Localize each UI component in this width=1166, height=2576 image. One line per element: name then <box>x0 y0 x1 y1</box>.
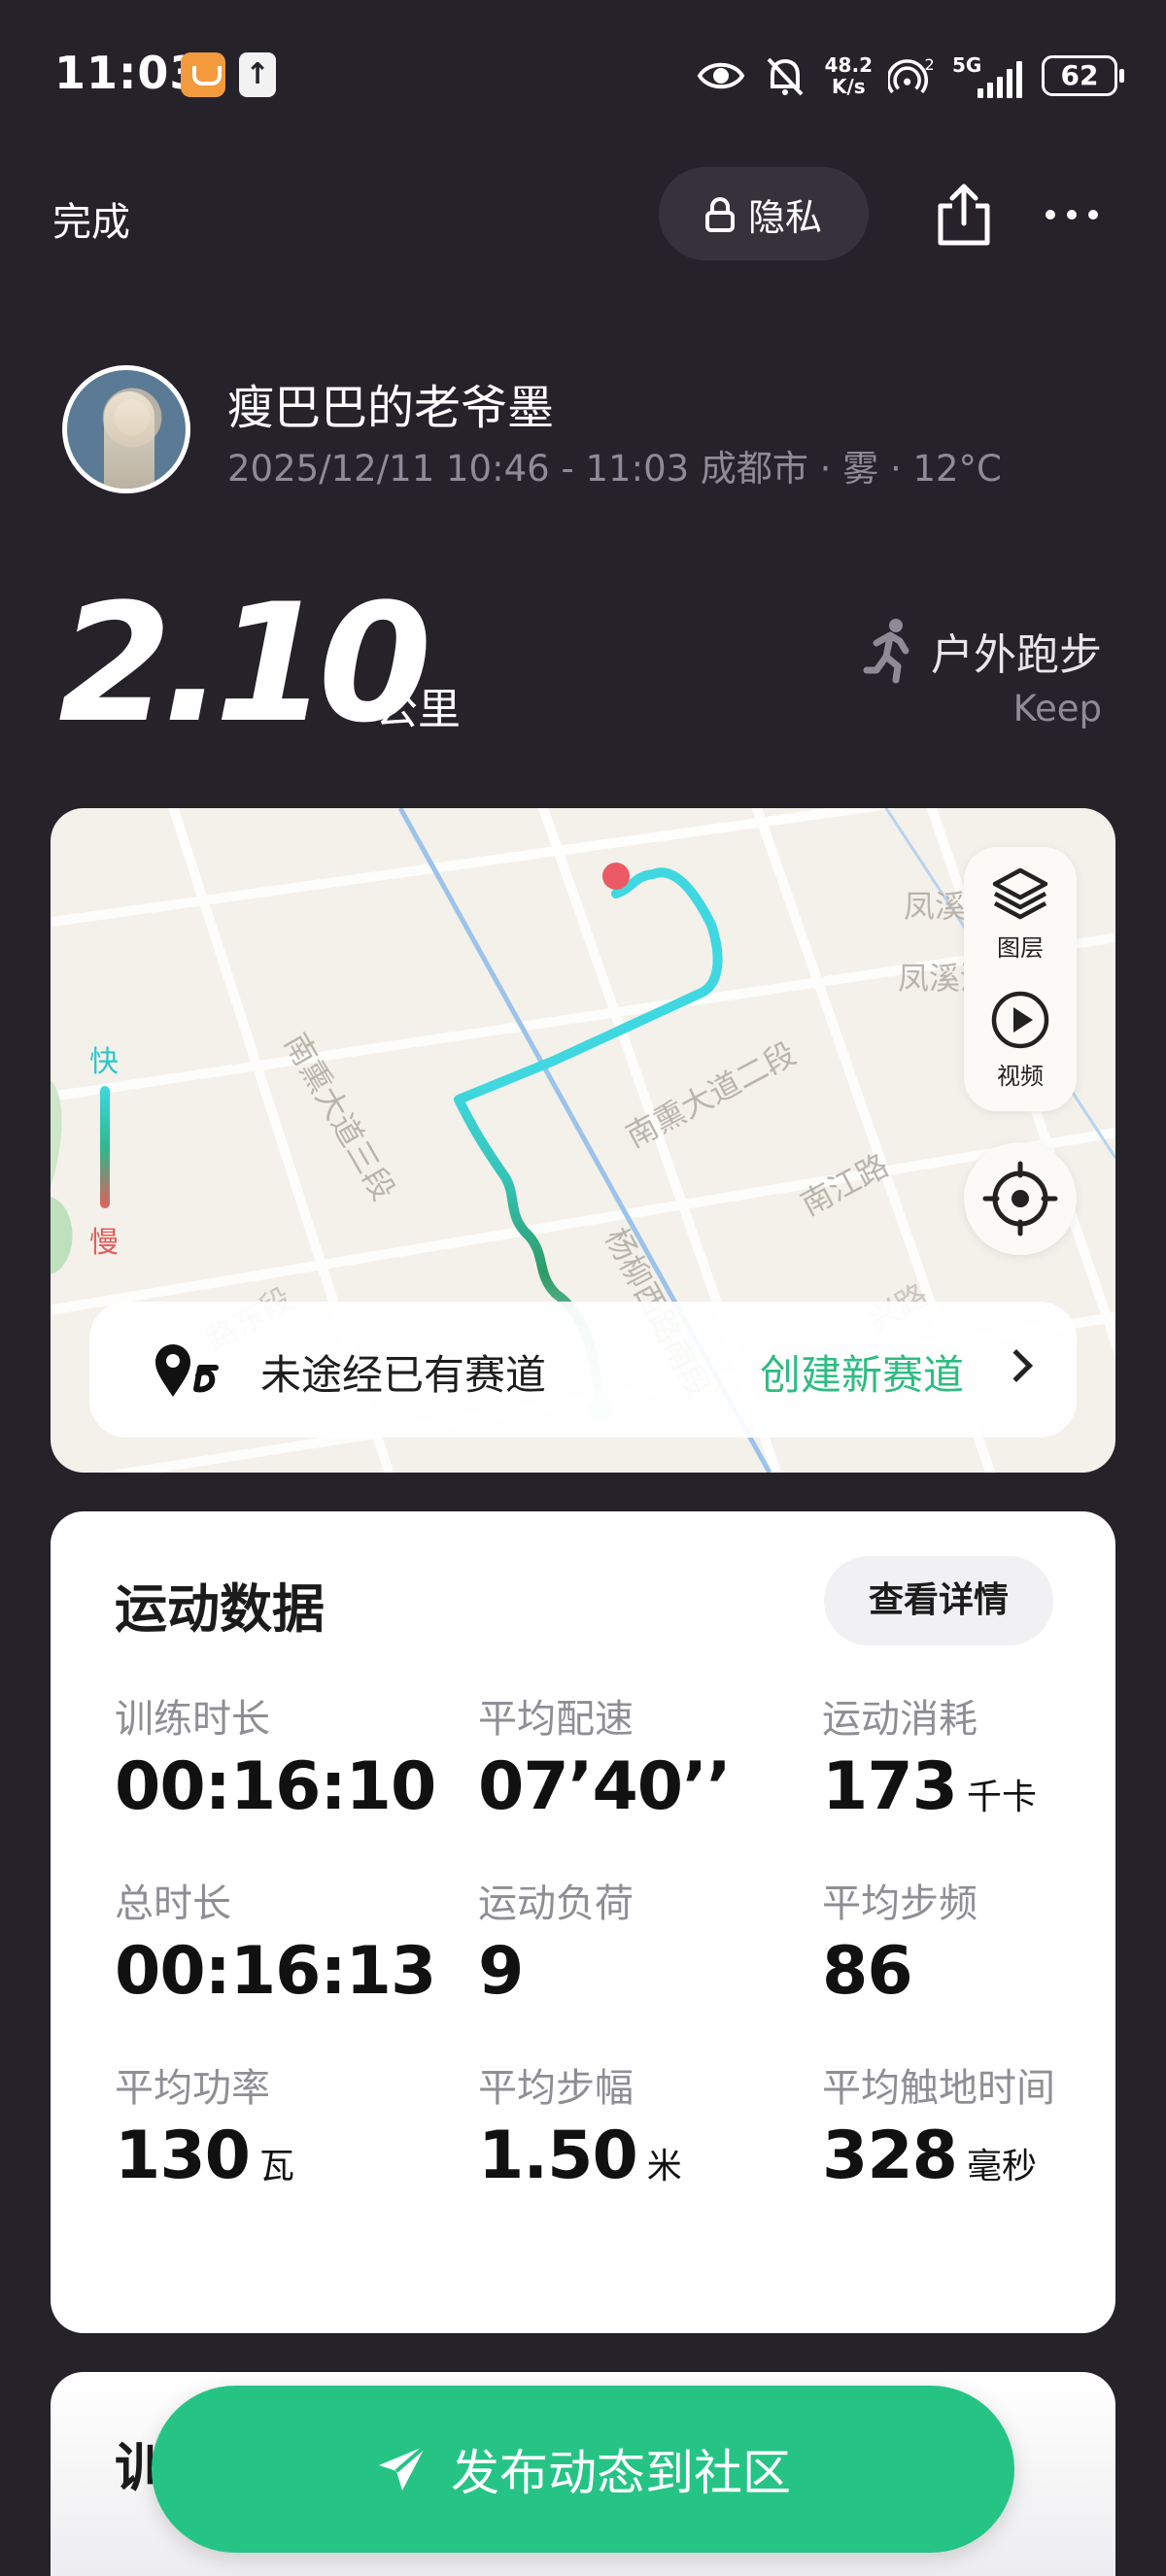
stat-label: 平均步幅 <box>478 2066 634 2111</box>
stat-training-duration: 训练时长 00:16:10 <box>115 1690 445 1837</box>
stat-label: 平均功率 <box>115 2066 270 2111</box>
distance-unit: 公里 <box>375 685 461 734</box>
stats-card: 运动数据 查看详情 训练时长 00:16:10 平均配速 07’40’’ 运动消… <box>51 1511 1115 2333</box>
username: 瘦巴巴的老爷墨 <box>227 381 555 435</box>
stat-ground-contact: 平均触地时间 328 毫秒 <box>822 2059 1075 2206</box>
stat-value: 07’40’’ <box>478 1748 740 1837</box>
publish-button[interactable]: 发布动态到社区 <box>152 2386 1014 2553</box>
cellular-signal: 5G <box>952 53 1026 98</box>
stat-avg-stride: 平均步幅 1.50 米 <box>478 2059 682 2206</box>
stat-avg-power: 平均功率 130 瓦 <box>115 2059 294 2206</box>
locate-button[interactable] <box>964 1142 1077 1255</box>
hotspot-count: 2 <box>925 55 935 74</box>
legend-slow: 慢 <box>89 1226 119 1260</box>
workout-meta: 2025/12/11 10:46 - 11:03 成都市 · 雾 · 12°C <box>227 448 1002 490</box>
stat-value: 130 瓦 <box>115 2118 294 2206</box>
stat-label: 训练时长 <box>115 1697 270 1742</box>
status-icons: 48.2 K/s 2 5G 62 <box>697 49 1124 103</box>
stat-label: 运动消耗 <box>822 1697 977 1742</box>
stat-value: 00:16:13 <box>115 1933 445 2021</box>
park-area-2 <box>51 1197 73 1274</box>
network-speed: 48.2 K/s <box>825 54 873 97</box>
network-speed-unit: K/s <box>831 75 866 98</box>
legend-fast: 快 <box>89 1045 119 1079</box>
avatar[interactable] <box>62 365 190 493</box>
route-status-text: 未途经已有赛道 <box>260 1351 547 1399</box>
layers-icon <box>992 867 1048 920</box>
stat-value-text: 00:16:13 <box>115 1933 436 2010</box>
stat-value-text: 173 <box>822 1748 958 1825</box>
stat-unit: 瓦 <box>258 2147 294 2186</box>
stat-avg-pace: 平均配速 07’40’’ <box>478 1690 740 1837</box>
stat-value: 173 千卡 <box>822 1748 1037 1837</box>
upload-icon: ↑ <box>239 52 276 97</box>
layers-button[interactable]: 图层 <box>964 864 1077 963</box>
status-time: 11:03 <box>54 47 202 99</box>
stat-value-text: 86 <box>822 1933 913 2010</box>
status-bar: 11:03 ↑ 48.2 K/s 2 5G 62 <box>0 0 1166 146</box>
app-notification-icon <box>181 52 225 97</box>
sport-type-label: 户外跑步 <box>931 630 1102 680</box>
stat-label: 平均配速 <box>478 1697 634 1742</box>
stat-unit: 毫秒 <box>966 2147 1037 2186</box>
end-point <box>602 863 630 890</box>
distance-value: 2.10 <box>58 568 432 759</box>
network-speed-value: 48.2 <box>824 53 873 77</box>
route-map[interactable]: 南熏大道三段 南熏大道二段 南江路 杨柳西路南段 凤溪河 凤溪河 路东段 兴路 … <box>51 808 1115 1473</box>
map-tools: 图层 视频 <box>964 847 1077 1111</box>
stat-value: 9 <box>478 1933 634 2021</box>
stat-avg-cadence: 平均步频 86 <box>822 1875 977 2021</box>
send-icon <box>379 2444 428 2491</box>
stat-value-text: 130 <box>115 2118 251 2194</box>
legend-gradient-bar <box>100 1086 110 1208</box>
stat-label: 平均触地时间 <box>822 2066 1055 2111</box>
running-icon <box>863 619 909 684</box>
privacy-button[interactable]: 隐私 <box>659 167 869 260</box>
stat-label: 平均步频 <box>822 1881 977 1926</box>
route-info-bar[interactable]: 未途经已有赛道 创建新赛道 <box>89 1302 1077 1438</box>
stat-value-text: 328 <box>822 2118 958 2194</box>
stat-value-text: 00:16:10 <box>115 1748 436 1825</box>
stat-value-text: 1.50 <box>478 2118 638 2194</box>
share-icon[interactable] <box>933 181 995 249</box>
stat-calories: 运动消耗 173 千卡 <box>822 1690 1037 1837</box>
mute-icon <box>767 57 804 96</box>
done-button[interactable]: 完成 <box>52 190 130 247</box>
view-details-button[interactable]: 查看详情 <box>824 1556 1053 1645</box>
video-button[interactable]: 视频 <box>964 989 1077 1091</box>
stats-title: 运动数据 <box>115 1578 325 1640</box>
layers-label: 图层 <box>997 934 1044 962</box>
stat-value-text: 9 <box>478 1933 524 2010</box>
lock-icon <box>704 197 735 232</box>
play-icon <box>991 991 1049 1049</box>
create-route-link[interactable]: 创建新赛道 <box>760 1342 964 1402</box>
speed-legend: 快 慢 <box>89 1037 120 1261</box>
signal-bars-icon <box>977 59 1022 98</box>
stat-value: 00:16:10 <box>115 1748 445 1837</box>
stat-value: 86 <box>822 1933 977 2021</box>
more-icon[interactable] <box>1046 192 1108 237</box>
privacy-label: 隐私 <box>747 195 822 239</box>
locate-icon <box>982 1161 1058 1237</box>
stat-unit: 米 <box>646 2147 682 2186</box>
stat-value: 1.50 米 <box>478 2118 682 2206</box>
battery-icon: 62 <box>1042 55 1124 96</box>
road-label-nanjiang: 南江路 <box>795 1146 895 1223</box>
stat-training-load: 运动负荷 9 <box>478 1875 634 2021</box>
stat-label: 总时长 <box>115 1881 231 1926</box>
video-label: 视频 <box>997 1063 1044 1090</box>
eye-icon <box>697 62 744 89</box>
route-pin-icon <box>155 1344 219 1397</box>
data-source: Keep <box>1012 688 1102 729</box>
stat-value-text: 07’40’’ <box>478 1748 732 1825</box>
stat-label: 运动负荷 <box>478 1881 634 1926</box>
hotspot-icon: 2 <box>888 55 935 94</box>
stat-total-duration: 总时长 00:16:13 <box>115 1875 445 2021</box>
stat-unit: 千卡 <box>966 1778 1037 1817</box>
sport-type: 户外跑步 <box>863 618 1102 684</box>
chevron-right-icon[interactable] <box>1000 1349 1033 1382</box>
stat-value: 328 毫秒 <box>822 2118 1075 2206</box>
publish-label: 发布动态到社区 <box>451 2445 791 2501</box>
